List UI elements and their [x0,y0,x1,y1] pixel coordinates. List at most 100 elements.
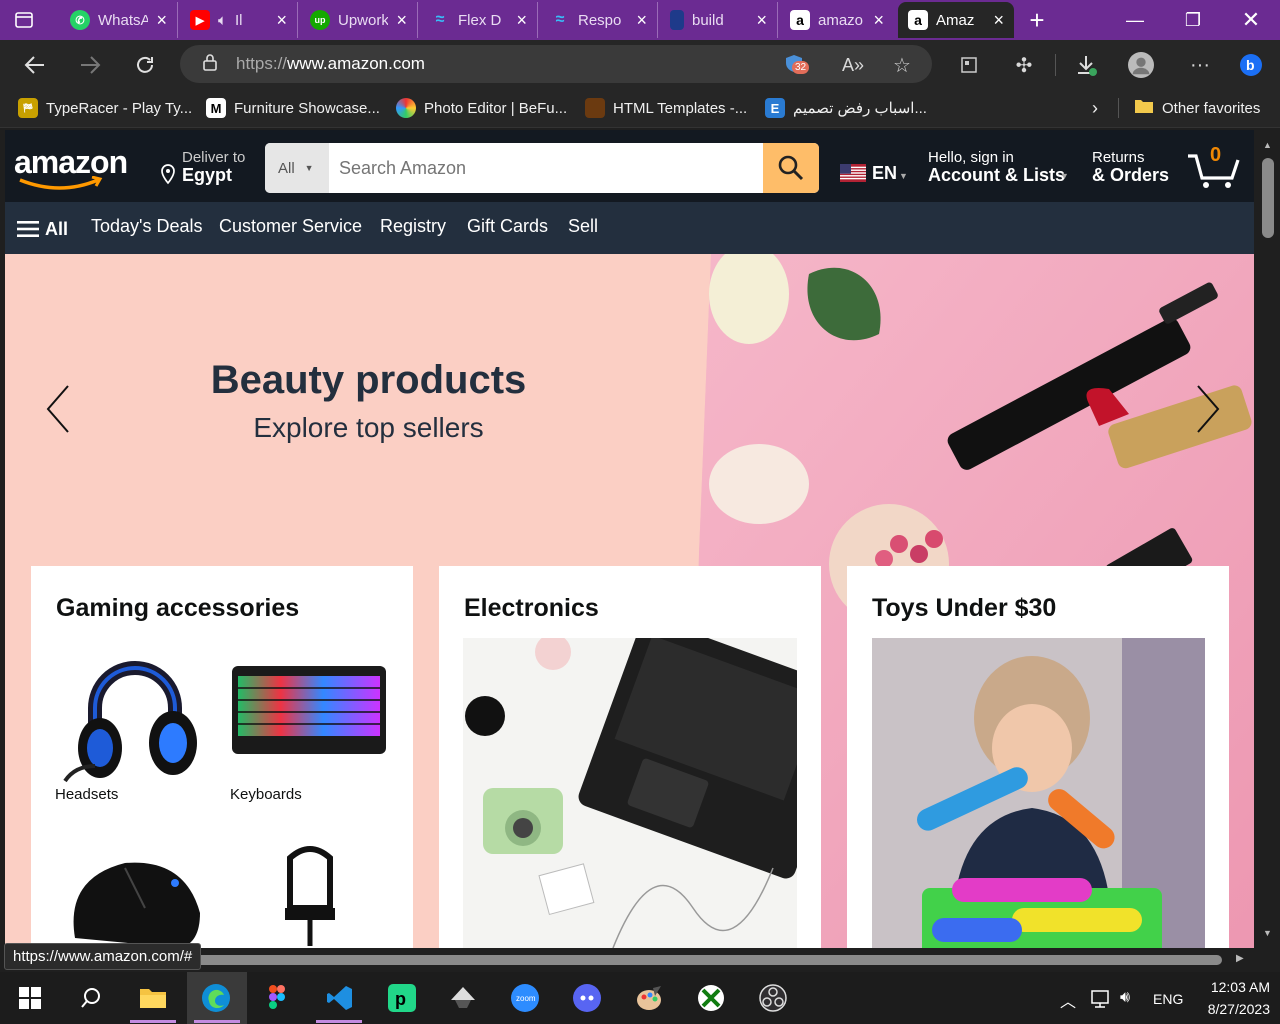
card-title[interactable]: Electronics [464,594,599,623]
tab-title: Flex D [458,11,502,29]
close-tab-icon[interactable]: × [993,10,1004,31]
language-selector[interactable]: EN ▼ [840,160,910,186]
deliver-to[interactable]: Deliver to Egypt [159,149,259,189]
chair-image[interactable] [230,838,388,948]
downloads-icon[interactable] [1073,52,1099,78]
windows-start-icon[interactable] [15,983,45,1013]
figma-icon[interactable] [262,983,292,1013]
tab-upwork[interactable]: up Upwork × [300,2,418,38]
upwork-icon: up [310,10,330,30]
xbox-icon[interactable] [696,983,726,1013]
favorite-furniture[interactable]: M Furniture Showcase... [206,96,380,120]
input-language[interactable]: ENG [1153,991,1183,1007]
nav-sell[interactable]: Sell [568,216,598,237]
search-input[interactable] [329,143,763,193]
tab-responsive[interactable]: ≈ Respo × [540,2,658,38]
volume-icon[interactable]: 🔊︎ [1120,989,1130,1007]
refresh-icon[interactable] [132,52,158,78]
forward-icon[interactable] [77,52,103,78]
tracker-count-badge: 32 [792,61,810,74]
clock-time[interactable]: 12:03 AM [1196,979,1270,995]
account-lists[interactable]: Hello, sign in Account & Lists ▼ [928,149,1078,189]
card-title[interactable]: Toys Under $30 [872,594,1056,623]
lock-icon[interactable] [202,53,218,76]
close-tab-icon[interactable]: × [636,10,647,31]
chevron-right-icon[interactable]: › [1092,96,1098,120]
favorite-arabic[interactable]: E اسباب رفض تصميم... [765,96,927,120]
tab-youtube[interactable]: ▶ 🔈︎ Il × [180,2,298,38]
item-label-headsets[interactable]: Headsets [55,786,118,803]
speaker-icon[interactable]: 🔈︎ [218,12,227,29]
returns-orders[interactable]: Returns & Orders [1092,149,1172,189]
headsets-image[interactable] [55,638,213,784]
search-icon[interactable] [76,983,106,1013]
vertical-scrollbar[interactable]: ▲ ▼ [1256,130,1280,948]
favorite-typeracer[interactable]: 🏁︎ TypeRacer - Play Ty... [18,96,192,120]
vertical-scroll-thumb[interactable] [1262,158,1274,238]
obs-icon[interactable] [758,983,788,1013]
tab-build[interactable]: build × [660,2,778,38]
nav-customer-service[interactable]: Customer Service [219,216,362,237]
tracking-prevention-icon[interactable]: 32 [782,53,814,77]
extensions-icon[interactable]: ✣ [1011,52,1037,78]
tab-flex[interactable]: ≈ Flex D × [420,2,538,38]
minimize-button[interactable]: — [1106,0,1164,40]
amazon-logo[interactable]: amazon [14,144,140,190]
more-menu-icon[interactable]: ··· [1187,52,1213,78]
clock-date[interactable]: 8/27/2023 [1190,1001,1270,1017]
close-tab-icon[interactable]: × [873,10,884,31]
toys-image[interactable] [872,638,1205,948]
file-explorer-icon[interactable] [138,983,168,1013]
paint-icon[interactable] [634,983,664,1013]
read-aloud-icon[interactable]: A» [840,52,866,78]
inkscape-icon[interactable] [448,983,478,1013]
close-window-button[interactable]: ✕ [1222,0,1280,40]
carousel-prev-icon[interactable] [45,384,69,434]
scroll-up-icon[interactable]: ▲ [1263,140,1272,150]
item-label-keyboards[interactable]: Keyboards [230,786,302,803]
search-category-select[interactable]: All ▼ [265,143,329,193]
close-tab-icon[interactable]: × [756,10,767,31]
carousel-next-icon[interactable] [1195,384,1221,434]
app-available-icon[interactable] [956,52,982,78]
screen: { "browser": { "tabs": [ {"title": "What… [0,0,1280,1024]
tab-amazon-active[interactable]: a Amaz × [898,2,1014,38]
cart-button[interactable]: 0 [1186,144,1244,190]
back-icon[interactable] [22,52,48,78]
tab-actions-icon[interactable] [14,2,46,38]
restore-button[interactable]: ❐ [1164,0,1222,40]
horizontal-scroll-thumb[interactable] [190,955,1222,965]
other-favorites[interactable]: Other favorites [1134,96,1260,120]
favorite-star-icon[interactable]: ☆ [889,52,915,78]
close-tab-icon[interactable]: × [396,10,407,31]
zoom-icon[interactable]: zoom [510,983,540,1013]
network-icon[interactable] [1090,989,1112,1014]
close-tab-icon[interactable]: × [516,10,527,31]
tab-amazon-1[interactable]: a amazo × [780,2,894,38]
profile-avatar[interactable] [1128,52,1154,78]
favorite-befunky[interactable]: Photo Editor | BeFu... [396,96,567,120]
bing-icon[interactable]: b [1238,52,1264,78]
scroll-down-icon[interactable]: ▼ [1263,928,1272,938]
nav-gift-cards[interactable]: Gift Cards [467,216,548,237]
new-tab-button[interactable]: + [1008,0,1066,40]
vscode-icon[interactable] [325,983,355,1013]
close-tab-icon[interactable]: × [156,10,167,31]
tab-whatsapp[interactable]: ✆ WhatsApp × [60,2,178,38]
electronics-image[interactable] [463,638,797,948]
nav-registry[interactable]: Registry [380,216,446,237]
favorite-html-templates[interactable]: HTML Templates -... [585,96,747,120]
card-title[interactable]: Gaming accessories [56,594,299,623]
all-menu-button[interactable]: All [17,216,68,242]
close-tab-icon[interactable]: × [276,10,287,31]
chevron-up-icon[interactable]: ︿ [1060,988,1076,1012]
scroll-right-icon[interactable]: ▶ [1236,953,1244,964]
address-bar[interactable]: https://www.amazon.com [180,45,932,83]
edge-icon[interactable] [201,983,231,1013]
mouse-image[interactable] [55,838,213,948]
search-button[interactable] [763,143,819,193]
keyboards-image[interactable] [230,638,388,784]
nav-todays-deals[interactable]: Today's Deals [91,216,203,237]
pycharm-icon[interactable]: p [387,983,417,1013]
discord-icon[interactable] [572,983,602,1013]
